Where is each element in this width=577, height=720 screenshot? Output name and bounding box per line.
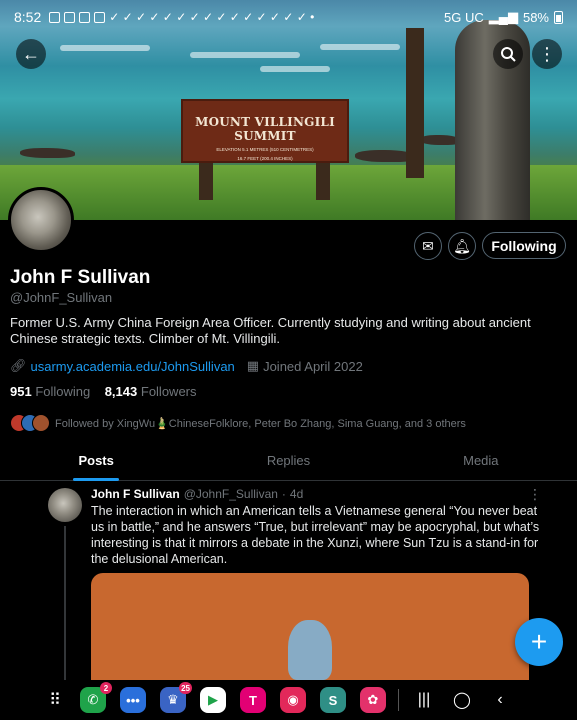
messages-icon: ••• bbox=[126, 692, 140, 708]
post-header: John F Sullivan @JohnF_Sullivan · 4d bbox=[91, 487, 303, 501]
thread-line bbox=[64, 526, 66, 680]
more-vertical-icon: ⋮ bbox=[528, 486, 542, 502]
post-media[interactable] bbox=[91, 573, 529, 680]
following-link[interactable]: 951 Following bbox=[10, 384, 90, 399]
phone-app[interactable]: ✆ 2 bbox=[80, 682, 112, 713]
recent-apps-button[interactable]: ||| bbox=[411, 691, 437, 709]
voicemail-icon bbox=[49, 11, 61, 23]
play-store-icon: ▶ bbox=[208, 692, 218, 707]
tab-media[interactable]: Media bbox=[385, 443, 577, 480]
following-count: 951 bbox=[10, 384, 32, 399]
status-right: 5G UC ▂▄▆ 58% bbox=[444, 9, 563, 25]
notification-icon bbox=[64, 11, 76, 23]
sign-line2: 16.7 FEET (200.4 INCHES) bbox=[237, 156, 293, 161]
system-nav-bar: ⠿ ✆ 2 ••• ♛ 25 ▶ T ◉ S ✿ ||| ◯ ‹ bbox=[0, 680, 577, 720]
link-icon: 🔗︎ bbox=[10, 358, 27, 373]
sync-icon bbox=[79, 11, 91, 23]
followers-link[interactable]: 8,143 Followers bbox=[105, 384, 197, 399]
messages-app[interactable]: ••• bbox=[120, 687, 146, 713]
phone-icon: ✆ bbox=[87, 692, 99, 707]
sign-title: MOUNT VILLINGILI SUMMIT bbox=[195, 115, 335, 143]
samsung-app-app[interactable]: S bbox=[320, 687, 346, 713]
followed-by[interactable]: Followed by XingWu🎍ChineseFolklore, Pete… bbox=[10, 414, 466, 432]
check-icon: ✓ ✓ ✓ ✓ ✓ ✓ ✓ ✓ ✓ ✓ ✓ ✓ ✓ ✓ ✓ • bbox=[109, 10, 315, 24]
signal-icon: ▂▄▆ bbox=[488, 9, 518, 24]
calendar-icon: ▦ bbox=[246, 358, 260, 373]
camera-icon: ◉ bbox=[287, 692, 299, 707]
post-time: 4d bbox=[289, 487, 304, 501]
post-handle: @JohnF_Sullivan bbox=[183, 487, 278, 501]
battery-icon bbox=[554, 10, 563, 24]
blossom-icon: ✿ bbox=[367, 692, 379, 707]
network-label: 5G UC bbox=[444, 9, 484, 25]
follow-counts: 951 Following 8,143 Followers bbox=[10, 384, 197, 399]
pinned-apps: ✆ 2 ••• ♛ 25 ▶ T ◉ S ✿ bbox=[80, 682, 386, 713]
brave-icon: ♛ bbox=[167, 692, 179, 707]
back-arrow-icon: ← bbox=[22, 43, 40, 64]
plus-icon: + bbox=[530, 626, 548, 657]
search-icon bbox=[501, 47, 516, 62]
mail-icon: ✉ bbox=[422, 237, 434, 254]
notifications-button[interactable]: 🔔︎ bbox=[448, 232, 476, 260]
post-text: The interaction in which an American tel… bbox=[91, 504, 540, 566]
samsung-app-icon: S bbox=[328, 692, 338, 708]
more-options-button[interactable]: ⋮ bbox=[532, 39, 562, 69]
profile-meta: 🔗︎ usarmy.academia.edu/JohnSullivan ▦ Jo… bbox=[10, 358, 363, 374]
following-button[interactable]: Following bbox=[482, 232, 566, 259]
app-drawer-icon[interactable]: ⠿ bbox=[42, 690, 68, 710]
image-icon bbox=[94, 11, 106, 23]
profile-avatar[interactable] bbox=[8, 187, 74, 253]
back-button[interactable]: ← bbox=[16, 39, 46, 69]
message-button[interactable]: ✉ bbox=[414, 232, 442, 260]
profile-tabs: Posts Replies Media bbox=[0, 443, 577, 481]
compose-button[interactable]: + bbox=[515, 618, 563, 666]
followed-by-text: Followed by XingWu🎍ChineseFolklore, Pete… bbox=[55, 417, 466, 430]
followers-count: 8,143 bbox=[104, 384, 138, 399]
divider bbox=[398, 689, 399, 711]
status-time: 8:52 bbox=[14, 9, 42, 25]
following-label: Following bbox=[35, 384, 91, 399]
status-bar: 8:52 ✓ ✓ ✓ ✓ ✓ ✓ ✓ ✓ ✓ ✓ ✓ ✓ ✓ ✓ ✓ • 5G … bbox=[0, 0, 577, 34]
profile-handle: @JohnF_Sullivan bbox=[10, 290, 113, 305]
profile-link[interactable]: usarmy.academia.edu/JohnSullivan bbox=[31, 359, 235, 374]
t-mobile-icon: T bbox=[249, 692, 257, 708]
summit-sign: MOUNT VILLINGILI SUMMIT ELEVATION 5.1 ME… bbox=[181, 99, 349, 163]
post-more-button[interactable]: ⋮ bbox=[528, 486, 542, 503]
post-author[interactable]: John F Sullivan bbox=[91, 487, 180, 501]
play-store-app[interactable]: ▶ bbox=[200, 687, 226, 713]
tab-posts[interactable]: Posts bbox=[0, 443, 192, 480]
search-button[interactable] bbox=[493, 39, 523, 69]
brave-app[interactable]: ♛ 25 bbox=[160, 682, 192, 713]
home-button[interactable]: ◯ bbox=[449, 690, 475, 710]
app-badge: 25 bbox=[179, 682, 192, 694]
app-badge: 2 bbox=[100, 682, 112, 694]
profile-name: John F Sullivan bbox=[10, 267, 151, 288]
joined-date: Joined April 2022 bbox=[263, 358, 363, 374]
blossom-app[interactable]: ✿ bbox=[360, 687, 386, 713]
bell-plus-icon: 🔔︎ bbox=[453, 237, 471, 254]
battery-label: 58% bbox=[522, 9, 549, 25]
followers-label: Followers bbox=[140, 384, 197, 399]
post-avatar[interactable] bbox=[48, 488, 82, 522]
follower-avatar bbox=[32, 414, 50, 432]
sign-line1: ELEVATION 5.1 METRES (510 CENTIMETRES) bbox=[216, 147, 314, 152]
camera-app[interactable]: ◉ bbox=[280, 687, 306, 713]
tab-replies[interactable]: Replies bbox=[192, 443, 384, 480]
back-nav-button[interactable]: ‹ bbox=[487, 691, 513, 709]
media-figure bbox=[288, 620, 332, 680]
post-dot: · bbox=[281, 487, 286, 501]
status-left: 8:52 ✓ ✓ ✓ ✓ ✓ ✓ ✓ ✓ ✓ ✓ ✓ ✓ ✓ ✓ ✓ • bbox=[14, 9, 314, 25]
t-mobile-app[interactable]: T bbox=[240, 687, 266, 713]
profile-bio: Former U.S. Army China Foreign Area Offi… bbox=[10, 315, 531, 346]
more-vertical-icon: ⋮ bbox=[538, 43, 556, 64]
